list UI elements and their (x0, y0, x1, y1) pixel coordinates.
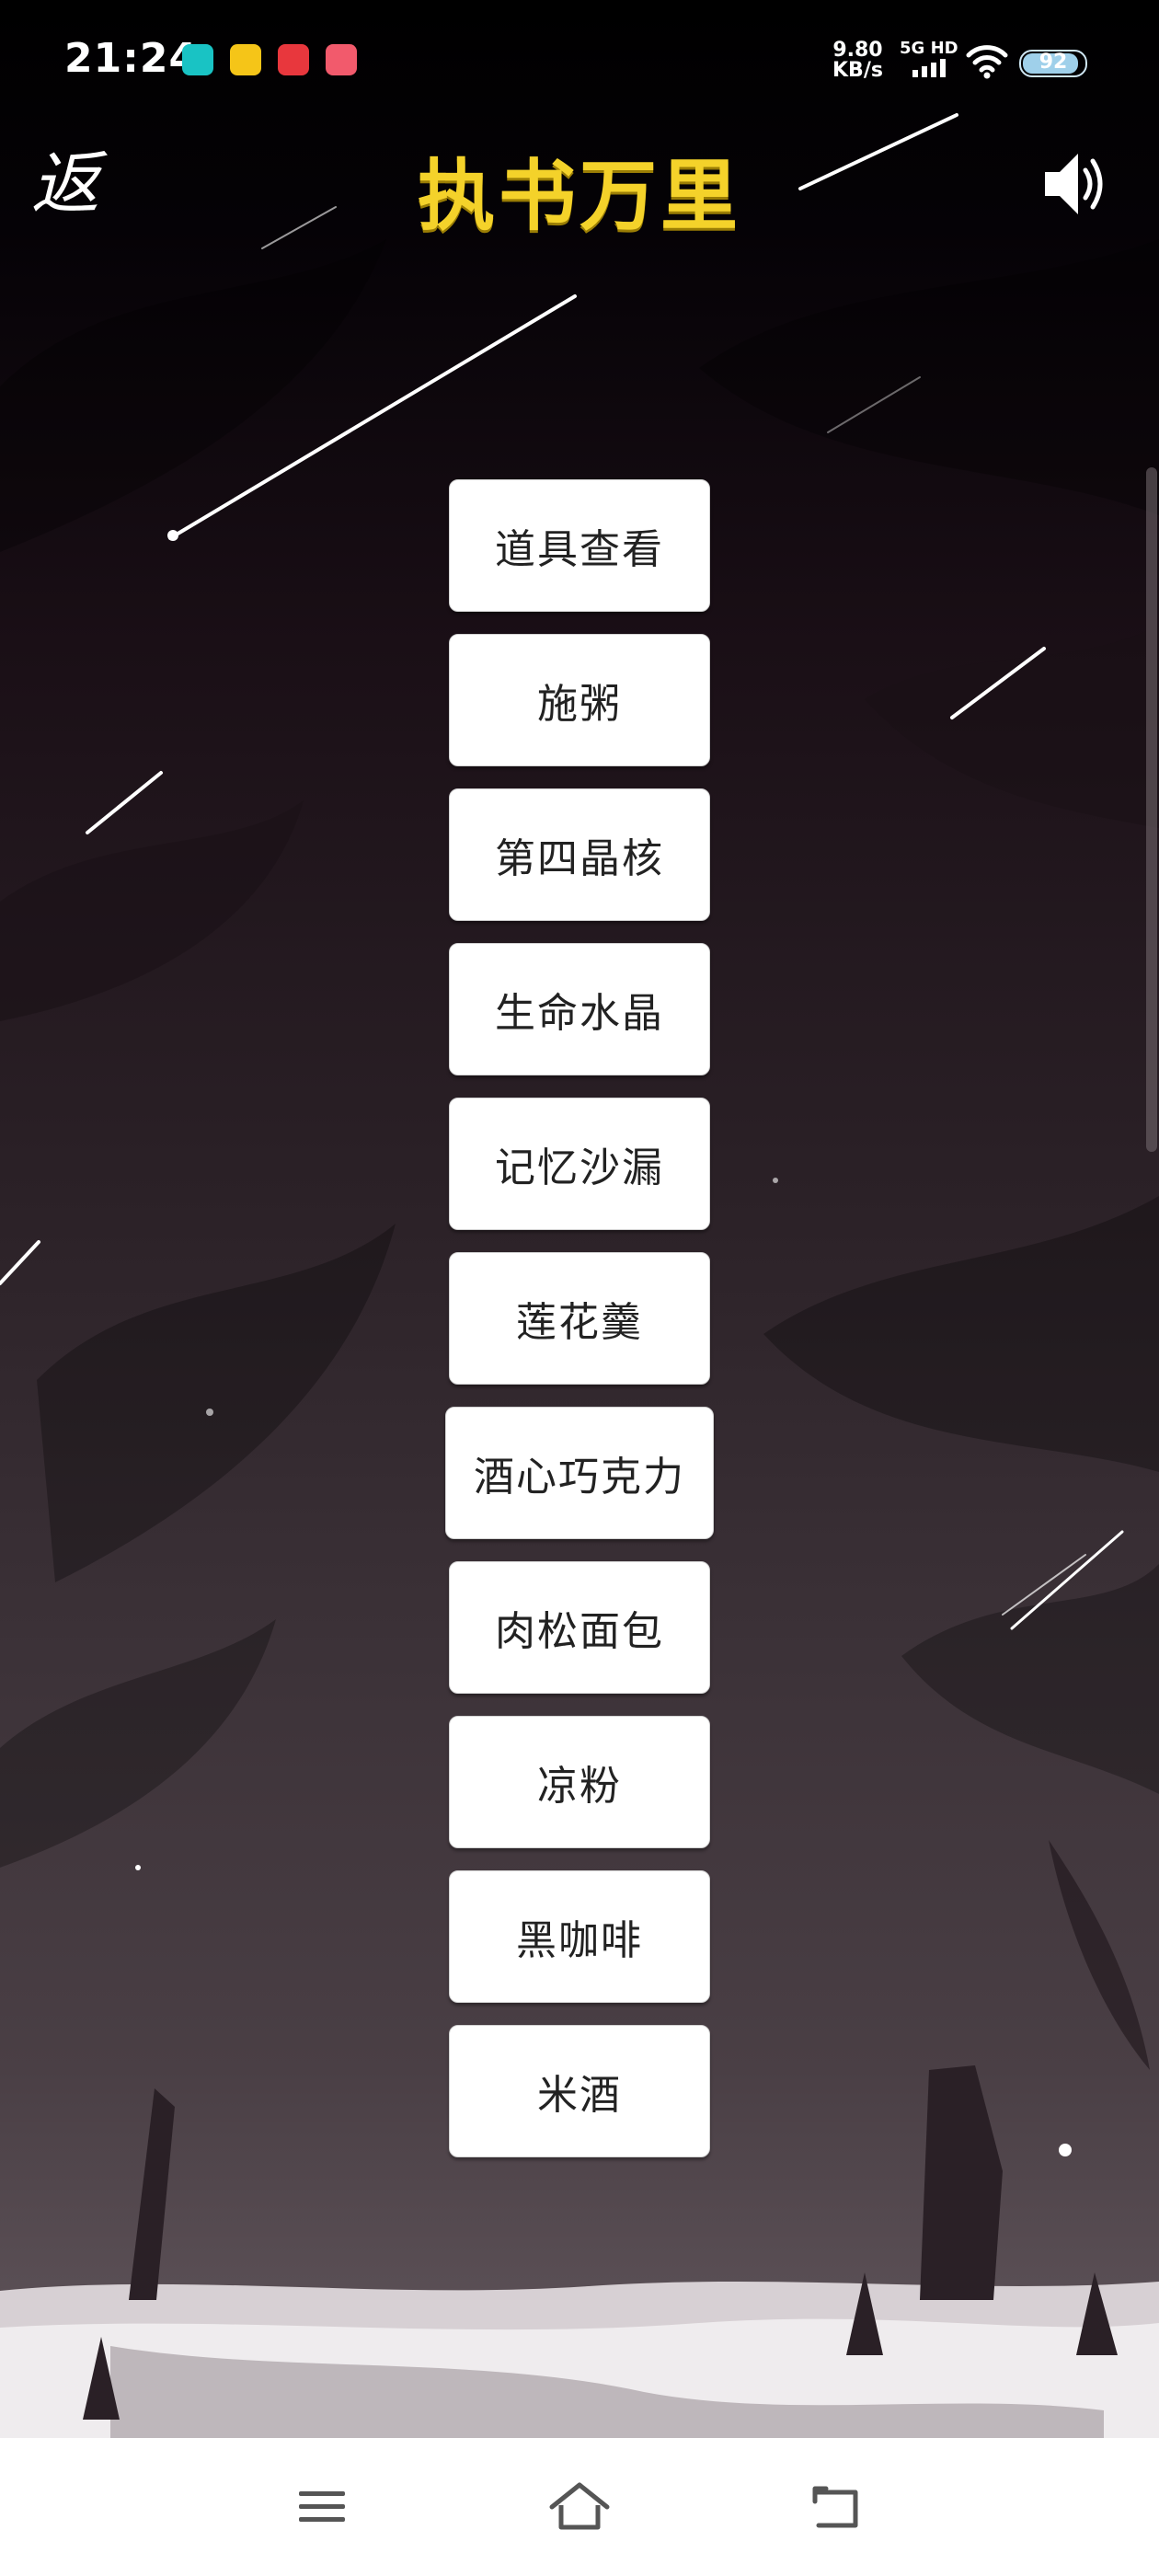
network-type: 5G HD (900, 39, 958, 58)
item-button-memory-hourglass[interactable]: 记忆沙漏 (449, 1098, 710, 1230)
menu-icon[interactable] (281, 2475, 363, 2539)
game-screen: 21:24 9.80 KB/s 5G HD 92 返 执书万里 道具查看 施粥 … (0, 0, 1159, 2576)
red-app-icon (278, 44, 309, 75)
back-icon[interactable] (796, 2475, 878, 2539)
speaker-sound-icon[interactable] (1039, 143, 1113, 229)
signal-icon (911, 57, 951, 81)
item-button-black-coffee[interactable]: 黑咖啡 (449, 1870, 710, 2003)
item-button-fourth-crystal-core[interactable]: 第四晶核 (449, 788, 710, 921)
item-button-porridge[interactable]: 施粥 (449, 634, 710, 766)
battery-percent: 92 (1039, 51, 1068, 74)
battery-icon: 92 (1019, 50, 1087, 77)
item-button-rice-wine[interactable]: 米酒 (449, 2025, 710, 2157)
item-button-cold-jelly[interactable]: 凉粉 (449, 1716, 710, 1848)
status-bar: 21:24 9.80 KB/s 5G HD 92 (0, 0, 1159, 120)
scrollbar-thumb[interactable] (1146, 467, 1157, 1152)
gallery-app-icon (326, 44, 357, 75)
return-button[interactable]: 返 (15, 138, 116, 230)
item-button-life-crystal[interactable]: 生命水晶 (449, 943, 710, 1075)
wifi-icon (966, 42, 1008, 83)
yellow-app-icon (230, 44, 261, 75)
home-icon[interactable] (538, 2475, 621, 2539)
taptap-app-icon (182, 44, 213, 75)
system-nav-bar (0, 2438, 1159, 2576)
item-button-pork-floss-bread[interactable]: 肉松面包 (449, 1561, 710, 1694)
item-button-liqueur-chocolate[interactable]: 酒心巧克力 (445, 1407, 714, 1539)
network-speed: 9.80 KB/s (832, 39, 883, 82)
item-button-lotus-soup[interactable]: 莲花羹 (449, 1252, 710, 1385)
status-time: 21:24 (64, 35, 199, 82)
page-title: 执书万里 (417, 151, 741, 241)
item-button-props-view[interactable]: 道具查看 (449, 479, 710, 612)
